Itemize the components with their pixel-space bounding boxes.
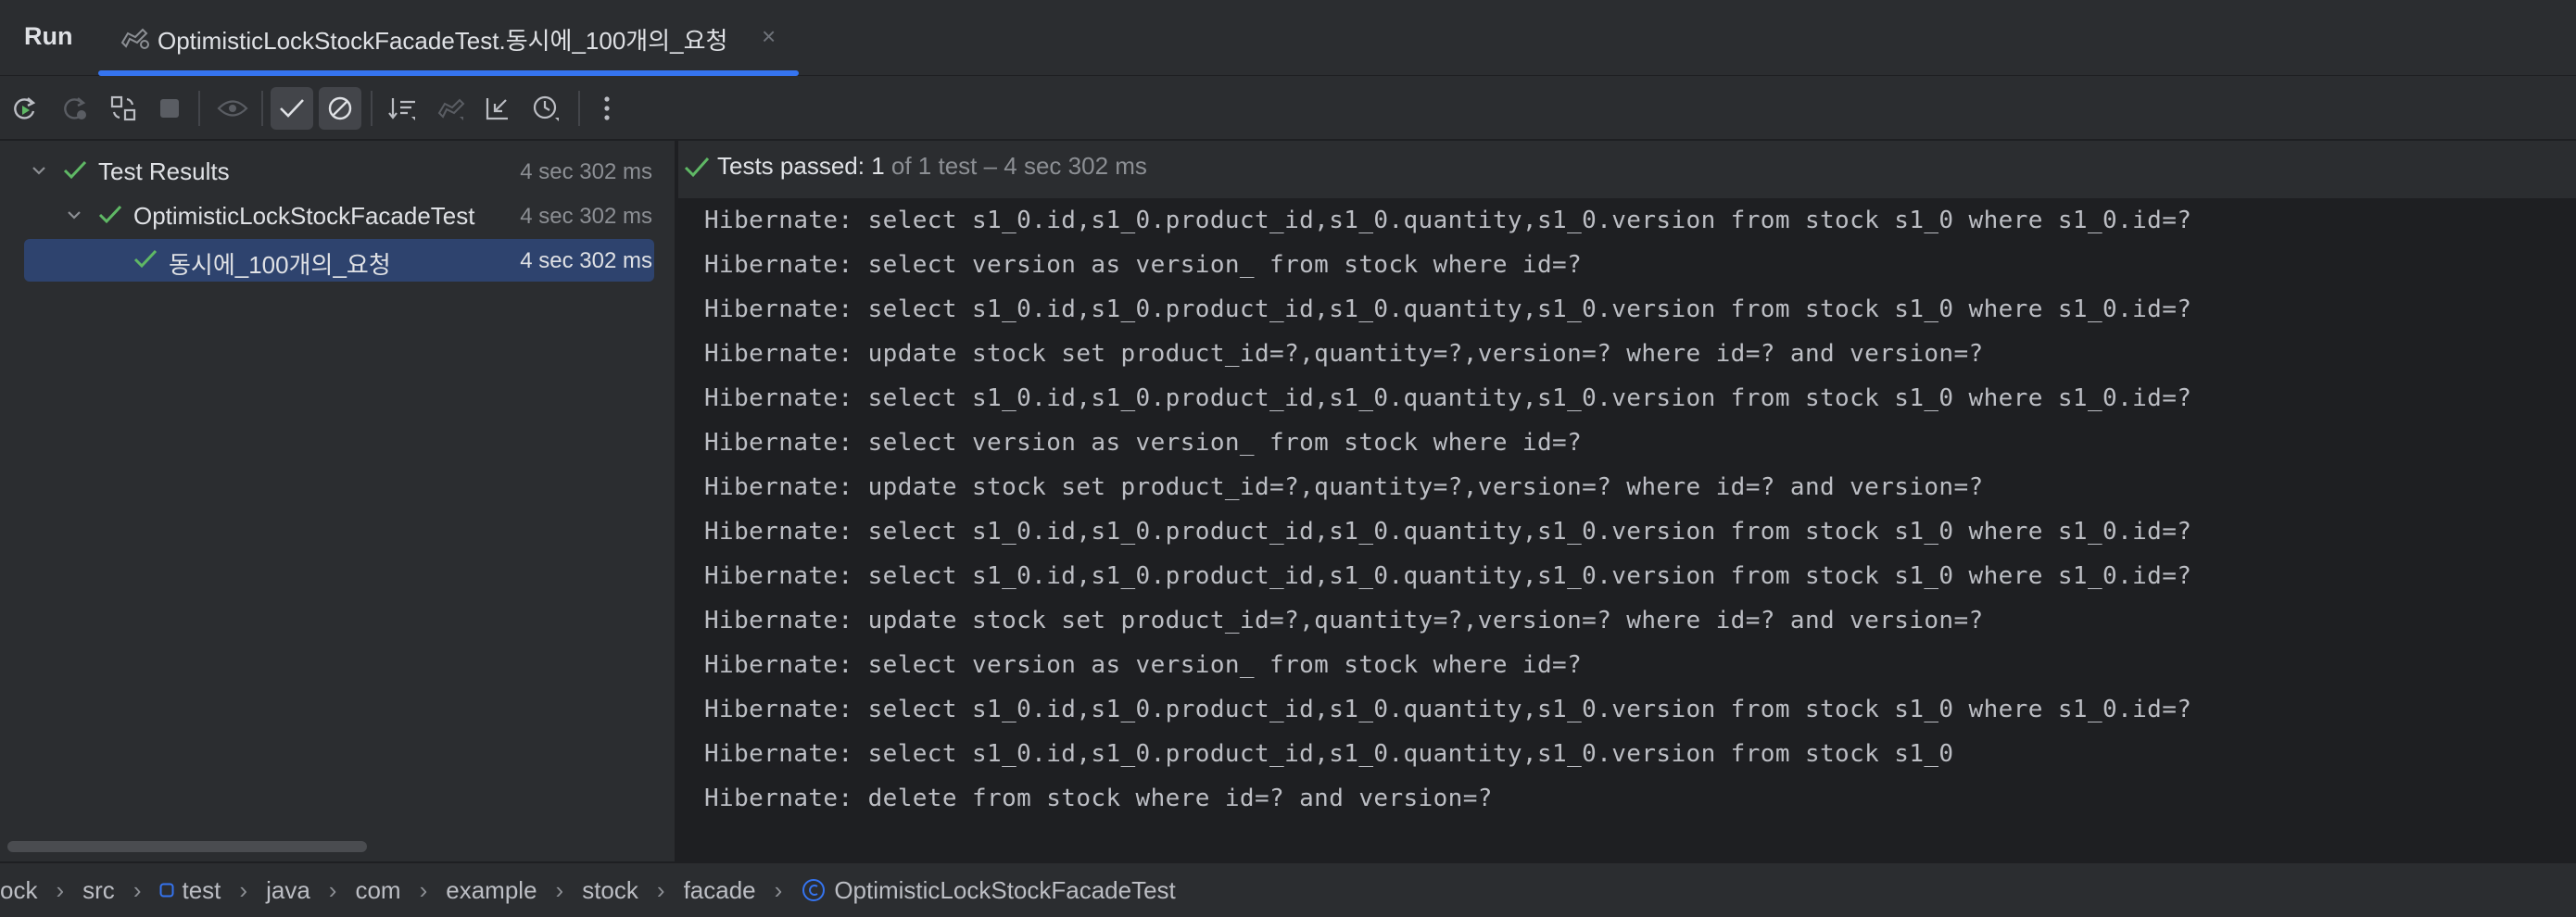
history-icon[interactable] xyxy=(524,87,567,130)
tool-window-header: Run OptimisticLockStockFacadeTest.동시에_10… xyxy=(0,0,2576,76)
test-runner-toolbar xyxy=(0,76,2576,141)
breadcrumb-label: test xyxy=(182,875,221,904)
chevron-down-icon[interactable] xyxy=(30,161,48,180)
log-line: Hibernate: select version as version_ fr… xyxy=(704,651,1583,679)
log-line: Hibernate: select s1_0.id,s1_0.product_i… xyxy=(704,696,2192,723)
breadcrumb-item-java[interactable]: java xyxy=(266,876,310,905)
test-folder-icon xyxy=(159,883,174,898)
log-line: Hibernate: select s1_0.id,s1_0.product_i… xyxy=(704,207,2192,234)
more-options-icon[interactable] xyxy=(586,87,628,130)
toolbar-separator xyxy=(198,91,200,126)
tree-item-label: 동시에_100개의_요청 xyxy=(169,251,391,279)
passed-check-icon xyxy=(684,157,710,178)
breadcrumb-separator: › xyxy=(555,875,564,904)
tree-item-duration: 4 sec 302 ms xyxy=(520,248,652,273)
log-line: Hibernate: select s1_0.id,s1_0.product_i… xyxy=(704,562,2192,590)
breadcrumb-separator: › xyxy=(56,875,65,904)
test-status-bar: Tests passed: 1 of 1 test – 4 sec 302 ms xyxy=(678,141,2576,198)
tree-item-test-results[interactable]: Test Results 4 sec 302 ms xyxy=(0,148,676,193)
sort-alphabetically-icon[interactable] xyxy=(382,87,424,130)
console-output[interactable]: Hibernate: select s1_0.id,s1_0.product_i… xyxy=(704,198,2557,821)
tests-passed-count: Tests passed: 1 xyxy=(717,152,885,180)
chevron-down-icon[interactable] xyxy=(65,206,83,224)
breadcrumb-item-facade[interactable]: facade xyxy=(684,876,756,905)
tool-window-title[interactable]: Run xyxy=(24,22,72,51)
log-line: Hibernate: update stock set product_id=?… xyxy=(704,473,1984,501)
tab-title: OptimisticLockStockFacadeTest.동시에_100개의_… xyxy=(158,27,728,55)
passed-check-icon xyxy=(133,249,158,269)
show-ignored-toggle-icon[interactable] xyxy=(319,87,361,130)
toolbar-separator xyxy=(371,91,373,126)
log-line: Hibernate: select s1_0.id,s1_0.product_i… xyxy=(704,384,2192,412)
passed-check-icon xyxy=(98,205,122,224)
log-line: Hibernate: select version as version_ fr… xyxy=(704,251,1583,279)
tests-summary: of 1 test – 4 sec 302 ms xyxy=(884,152,1147,180)
tree-item-duration: 4 sec 302 ms xyxy=(520,159,652,184)
test-run-icon xyxy=(120,28,149,49)
breadcrumb-label: OptimisticLockStockFacadeTest xyxy=(834,875,1176,904)
breadcrumb-separator: › xyxy=(239,875,248,904)
log-line: Hibernate: select version as version_ fr… xyxy=(704,429,1583,457)
breadcrumb-item-com[interactable]: com xyxy=(355,876,400,905)
console-panel: Tests passed: 1 of 1 test – 4 sec 302 ms… xyxy=(678,141,2576,861)
breadcrumb-item-class[interactable]: OptimisticLockStockFacadeTest xyxy=(801,875,1176,905)
tree-item-label: Test Results xyxy=(98,157,230,185)
breadcrumb-separator: › xyxy=(133,875,142,904)
log-line: Hibernate: delete from stock where id=? … xyxy=(704,785,1493,812)
passed-check-icon xyxy=(63,160,87,180)
log-line: Hibernate: select s1_0.id,s1_0.product_i… xyxy=(704,740,1954,768)
log-line: Hibernate: select s1_0.id,s1_0.product_i… xyxy=(704,295,2192,323)
test-tree-panel: Test Results 4 sec 302 ms OptimisticLock… xyxy=(0,141,676,861)
log-line: Hibernate: select s1_0.id,s1_0.product_i… xyxy=(704,518,2192,546)
class-icon xyxy=(802,879,826,901)
tree-item-label: OptimisticLockStockFacadeTest xyxy=(133,202,475,230)
breadcrumb-separator: › xyxy=(774,875,783,904)
stop-icon[interactable] xyxy=(148,87,191,130)
breadcrumb: ock › src › test › java › com › example … xyxy=(0,861,2576,917)
tab-run-configuration[interactable]: OptimisticLockStockFacadeTest.동시에_100개의_… xyxy=(98,0,799,76)
show-ignored-icon[interactable] xyxy=(211,87,254,130)
toolbar-separator xyxy=(578,91,580,126)
breadcrumb-item-stock[interactable]: stock xyxy=(582,876,638,905)
log-line: Hibernate: update stock set product_id=?… xyxy=(704,607,1984,634)
log-line: Hibernate: update stock set product_id=?… xyxy=(704,340,1984,368)
toggle-auto-test-icon[interactable] xyxy=(102,87,145,130)
toolbar-separator xyxy=(261,91,263,126)
breadcrumb-item-src[interactable]: src xyxy=(82,876,115,905)
rerun-failed-icon[interactable] xyxy=(54,87,96,130)
close-icon[interactable]: × xyxy=(762,22,776,51)
tree-item-test-class[interactable]: OptimisticLockStockFacadeTest 4 sec 302 … xyxy=(0,193,676,237)
breadcrumb-separator: › xyxy=(328,875,337,904)
tree-item-test-method[interactable]: 동시에_100개의_요청 4 sec 302 ms xyxy=(0,237,676,282)
breadcrumb-separator: › xyxy=(419,875,428,904)
show-passed-icon[interactable] xyxy=(271,87,313,130)
breadcrumb-item-project[interactable]: ock xyxy=(0,876,37,905)
collapse-all-icon[interactable] xyxy=(476,87,519,130)
rerun-icon[interactable] xyxy=(4,87,46,130)
horizontal-scrollbar[interactable] xyxy=(7,841,367,852)
breadcrumb-separator: › xyxy=(656,875,665,904)
tree-item-duration: 4 sec 302 ms xyxy=(520,204,652,229)
breadcrumb-item-example[interactable]: example xyxy=(446,876,537,905)
test-status-text: Tests passed: 1 of 1 test – 4 sec 302 ms xyxy=(717,152,1147,181)
import-tests-icon[interactable] xyxy=(430,87,473,130)
breadcrumb-item-test[interactable]: test xyxy=(159,876,221,905)
